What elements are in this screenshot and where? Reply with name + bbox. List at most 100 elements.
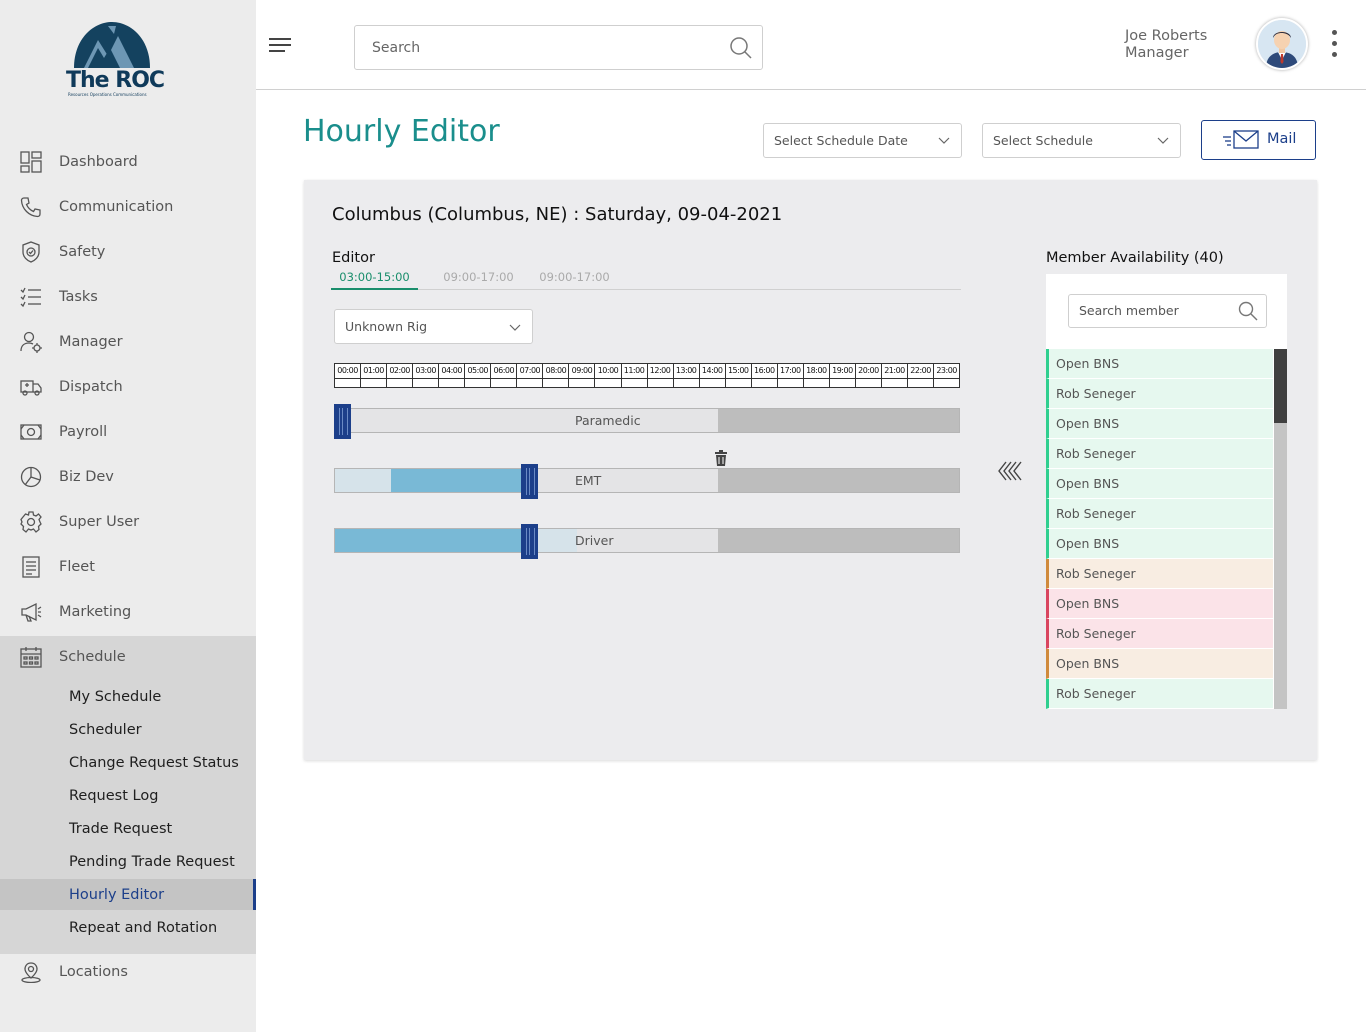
hour-label: 05:00 [465, 364, 492, 387]
location-date-title: Columbus (Columbus, NE) : Saturday, 09-0… [332, 204, 783, 225]
nav-dispatch[interactable]: Dispatch [0, 364, 256, 409]
nav-label: Communication [59, 198, 174, 215]
subnav-label: Request Log [69, 787, 159, 804]
scroll-thumb[interactable] [1274, 349, 1287, 423]
logo-tagline: Resources Operations Communications [68, 92, 147, 97]
hour-label: 17:00 [777, 364, 804, 387]
chevron-down-icon [1157, 137, 1169, 144]
hour-label: 21:00 [881, 364, 909, 387]
shift-track-emt[interactable]: EMT [334, 464, 960, 499]
subnav-my-schedule[interactable]: My Schedule [0, 681, 256, 712]
subnav-label: Hourly Editor [69, 886, 165, 903]
nav-super-user[interactable]: Super User [0, 499, 256, 544]
nav-label: Dispatch [59, 378, 123, 395]
fleet-icon [19, 555, 43, 579]
track-label: Driver [575, 533, 614, 548]
subnav-hourly-editor[interactable]: Hourly Editor [0, 879, 256, 910]
tab-shift-3[interactable]: 09:00-17:00 [531, 270, 618, 290]
editor-heading: Editor [332, 250, 375, 266]
member-item[interactable]: Rob Seneger [1046, 619, 1273, 649]
nav-label: Manager [59, 333, 123, 350]
nav-schedule[interactable]: Schedule [0, 634, 256, 679]
nav-locations[interactable]: Locations [0, 949, 256, 994]
hour-label: 11:00 [621, 364, 648, 387]
tab-shift-2[interactable]: 09:00-17:00 [435, 270, 522, 290]
member-item[interactable]: Open BNS [1046, 589, 1273, 619]
hour-label: 12:00 [647, 364, 674, 387]
nav-marketing[interactable]: Marketing [0, 589, 256, 634]
calendar-icon [19, 645, 43, 669]
member-item[interactable]: Open BNS [1046, 409, 1273, 439]
shift-track-driver[interactable]: Driver [334, 524, 960, 559]
member-item[interactable]: Open BNS [1046, 529, 1273, 559]
subnav-trade-request[interactable]: Trade Request [0, 813, 256, 844]
subnav-label: Scheduler [69, 721, 142, 738]
search-input[interactable] [372, 38, 712, 58]
search-icon[interactable] [1238, 301, 1258, 321]
drag-handle[interactable] [521, 464, 538, 499]
hour-label: 07:00 [517, 364, 544, 387]
page-title: Hourly Editor [303, 114, 500, 149]
nav-safety[interactable]: Safety [0, 229, 256, 274]
member-item[interactable]: Rob Seneger [1046, 499, 1273, 529]
menu-toggle-icon[interactable] [269, 38, 293, 56]
nav-communication[interactable]: Communication [0, 184, 256, 229]
nav-dashboard[interactable]: Dashboard [0, 139, 256, 184]
hour-label: 08:00 [543, 364, 570, 387]
hour-label: 20:00 [855, 364, 882, 387]
megaphone-icon [19, 600, 43, 624]
global-search [354, 25, 763, 70]
more-options-icon[interactable] [1329, 30, 1339, 62]
member-item[interactable]: Rob Seneger [1046, 679, 1273, 709]
nav-label: Safety [59, 243, 106, 260]
member-list-scrollbar[interactable] [1274, 349, 1287, 709]
track-label: EMT [575, 473, 602, 488]
search-icon[interactable] [729, 36, 753, 60]
subnav-scheduler[interactable]: Scheduler [0, 714, 256, 745]
available-range [335, 469, 391, 492]
subnav-label: Change Request Status [69, 754, 239, 771]
drag-handle[interactable] [521, 524, 538, 559]
tab-shift-1[interactable]: 03:00-15:00 [331, 270, 418, 290]
nav-payroll[interactable]: Payroll [0, 409, 256, 454]
nav-tasks[interactable]: Tasks [0, 274, 256, 319]
subnav-pending-trade-request[interactable]: Pending Trade Request [0, 846, 256, 877]
member-availability-title: Member Availability (40) [1046, 250, 1224, 266]
subnav-repeat-and-rotation[interactable]: Repeat and Rotation [0, 912, 256, 943]
hour-label: 09:00 [569, 364, 596, 387]
double-chevron-left-icon[interactable] [997, 460, 1023, 482]
nav-biz-dev[interactable]: Biz Dev [0, 454, 256, 499]
hour-label: 03:00 [413, 364, 440, 387]
chevron-down-icon [938, 137, 950, 144]
sidebar: The ROC Resources Operations Communicati… [0, 0, 256, 1032]
rig-select[interactable]: Unknown Rig [334, 309, 533, 344]
member-item[interactable]: Open BNS [1046, 469, 1273, 499]
nav-label: Tasks [59, 288, 98, 305]
subnav-label: My Schedule [69, 688, 162, 705]
user-role: Manager [1125, 45, 1189, 61]
member-item[interactable]: Rob Seneger [1046, 439, 1273, 469]
hourly-editor-card: Columbus (Columbus, NE) : Saturday, 09-0… [304, 180, 1317, 760]
member-item[interactable]: Open BNS [1046, 349, 1273, 379]
trash-icon[interactable] [714, 450, 728, 466]
drag-handle[interactable] [334, 404, 351, 439]
member-search-input[interactable] [1079, 303, 1229, 318]
subnav-request-log[interactable]: Request Log [0, 780, 256, 811]
hour-label: 15:00 [725, 364, 752, 387]
hour-label: 23:00 [934, 364, 960, 387]
hour-label: 06:00 [491, 364, 518, 387]
user-info[interactable]: Joe Roberts Manager [1125, 28, 1207, 62]
member-item[interactable]: Rob Seneger [1046, 379, 1273, 409]
shift-tabs: 03:00-15:00 09:00-17:00 09:00-17:00 [331, 270, 961, 290]
schedule-select[interactable]: Select Schedule [982, 123, 1181, 158]
nav-fleet[interactable]: Fleet [0, 544, 256, 589]
avatar[interactable] [1256, 18, 1308, 70]
mail-button[interactable]: Mail [1201, 120, 1316, 160]
select-value: Unknown Rig [345, 319, 428, 334]
member-item[interactable]: Open BNS [1046, 649, 1273, 679]
subnav-change-request-status[interactable]: Change Request Status [0, 747, 256, 778]
shift-track-paramedic[interactable]: Paramedic [334, 404, 960, 439]
member-item[interactable]: Rob Seneger [1046, 559, 1273, 589]
nav-manager[interactable]: Manager [0, 319, 256, 364]
schedule-date-select[interactable]: Select Schedule Date [763, 123, 962, 158]
